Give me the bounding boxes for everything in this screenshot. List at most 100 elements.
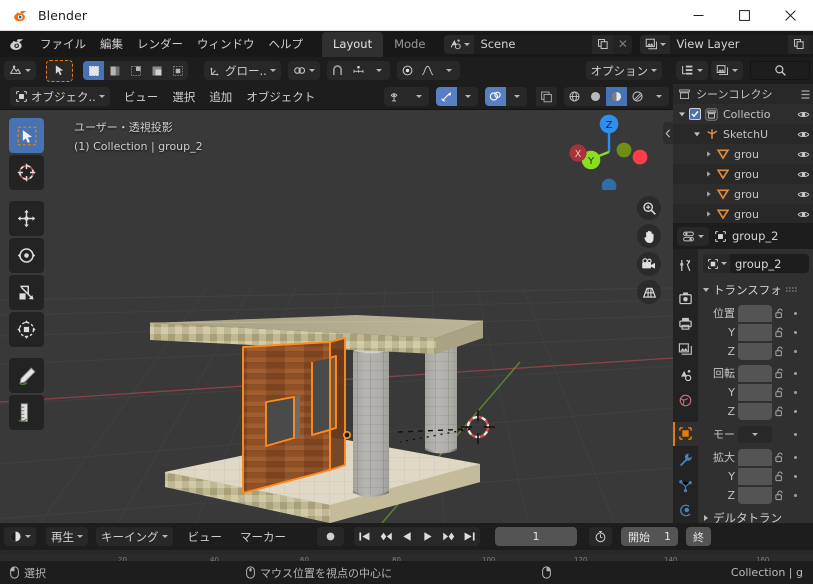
outliner-editor-type-button[interactable]	[676, 61, 708, 80]
show-gizmo-button[interactable]	[436, 87, 457, 106]
outliner-row-group[interactable]: grou	[673, 164, 813, 184]
scale-x-row[interactable]: 拡大	[703, 448, 809, 466]
select-subtract-button[interactable]	[125, 61, 146, 80]
rotation-z-value[interactable]	[738, 402, 772, 420]
scale-x-animate-dot[interactable]	[791, 455, 799, 459]
toggle-xray-button[interactable]	[536, 87, 557, 106]
rotation-mode-dropdown[interactable]	[738, 425, 772, 443]
shading-chevron-button[interactable]	[648, 87, 669, 106]
location-y-value[interactable]	[738, 323, 772, 341]
pivot-point-button[interactable]	[287, 61, 320, 80]
frame-start-field[interactable]: 開始 1	[621, 527, 678, 546]
eye-icon[interactable]	[797, 208, 810, 221]
tool-measure[interactable]	[9, 395, 44, 430]
eye-icon[interactable]	[797, 188, 810, 201]
filter-menu-icon[interactable]	[801, 89, 810, 100]
properties-tab-world[interactable]	[673, 389, 698, 414]
tool-rotate[interactable]	[9, 238, 44, 273]
select-set-button[interactable]	[83, 61, 104, 80]
jump-next-keyframe-button[interactable]	[438, 527, 459, 546]
rotation-y-lock-icon[interactable]	[775, 387, 788, 398]
scale-z-value[interactable]	[738, 486, 772, 504]
collapse-triangle-icon[interactable]	[705, 150, 712, 158]
jump-to-start-button[interactable]	[354, 527, 375, 546]
collection-checkbox[interactable]	[689, 108, 701, 120]
panel-drag-handle-icon[interactable]	[785, 286, 798, 294]
transform-orientation-button[interactable]: グロー..	[204, 61, 281, 80]
active-tool-indicator[interactable]	[46, 59, 73, 82]
menu-edit[interactable]: 編集	[93, 33, 130, 55]
object-browse-button[interactable]	[703, 254, 730, 273]
snap-chevron-button[interactable]	[368, 61, 390, 80]
properties-tab-physics[interactable]	[673, 498, 698, 523]
location-y-lock-icon[interactable]	[775, 327, 788, 338]
location-y-row[interactable]: Y	[703, 323, 809, 341]
view-layer-duplicate-button[interactable]	[788, 34, 810, 54]
properties-tab-tool[interactable]	[673, 253, 698, 278]
location-x-row[interactable]: 位置	[703, 304, 809, 322]
rotation-mode-animate-dot[interactable]	[791, 432, 799, 436]
use-preview-range-button[interactable]	[589, 527, 612, 546]
properties-tab-render[interactable]	[673, 286, 698, 311]
rotation-z-row[interactable]: Z	[703, 402, 809, 420]
shading-rendered-button[interactable]	[627, 87, 648, 106]
outliner-row-sketchup[interactable]: SketchU	[673, 124, 813, 144]
viewport-menu-add[interactable]: 追加	[202, 87, 239, 107]
overlays-chevron-button[interactable]	[506, 87, 527, 106]
outliner-row-scene-collection[interactable]: シーンコレクシ	[673, 84, 813, 104]
menu-window[interactable]: ウィンドウ	[190, 33, 262, 55]
properties-tab-view-layer[interactable]	[673, 337, 698, 362]
properties-tab-output[interactable]	[673, 312, 698, 337]
zoom-view-button[interactable]	[637, 196, 661, 220]
scale-x-lock-icon[interactable]	[775, 452, 788, 463]
camera-view-button[interactable]	[637, 252, 661, 276]
eye-icon[interactable]	[797, 108, 810, 121]
outliner-row-group[interactable]: grou	[673, 144, 813, 164]
navigation-gizmo[interactable]: Z Y X	[563, 112, 655, 190]
tool-cursor[interactable]	[9, 155, 44, 190]
scale-y-animate-dot[interactable]	[791, 474, 799, 478]
select-extend-button[interactable]	[104, 61, 125, 80]
scale-y-lock-icon[interactable]	[775, 471, 788, 482]
maximize-button[interactable]	[721, 0, 767, 31]
play-reverse-button[interactable]	[396, 527, 417, 546]
view-layer-remove-button[interactable]: ✕	[809, 34, 813, 54]
shading-wireframe-button[interactable]	[564, 87, 585, 106]
tool-transform[interactable]	[9, 312, 44, 347]
scale-y-value[interactable]	[738, 467, 772, 485]
transform-panel-header[interactable]: トランスフォ	[703, 280, 809, 300]
menu-help[interactable]: ヘルプ	[262, 33, 311, 55]
location-z-lock-icon[interactable]	[775, 346, 788, 357]
properties-tab-object[interactable]	[673, 421, 698, 447]
minimize-button[interactable]	[675, 0, 721, 31]
proportional-falloff-button[interactable]	[417, 61, 439, 80]
timeline-editor-type-button[interactable]	[4, 527, 36, 546]
viewport-sidebar-toggle[interactable]	[663, 122, 673, 144]
jump-prev-keyframe-button[interactable]	[375, 527, 396, 546]
outliner-row-collection[interactable]: Collectio	[673, 104, 813, 124]
collapse-triangle-icon[interactable]	[705, 190, 712, 198]
expand-triangle-icon[interactable]	[693, 130, 701, 138]
object-type-visibility-button[interactable]	[384, 87, 408, 106]
viewport-menu-view[interactable]: ビュー	[117, 87, 166, 107]
proportional-edit-toggle[interactable]	[396, 61, 418, 80]
menu-file[interactable]: ファイル	[33, 33, 93, 55]
shading-material-preview-button[interactable]	[606, 87, 627, 106]
rotation-y-value[interactable]	[738, 383, 772, 401]
toggle-perspective-button[interactable]	[637, 280, 661, 304]
frame-end-field[interactable]: 終	[686, 527, 711, 546]
viewport-menu-object[interactable]: オブジェクト	[239, 87, 322, 107]
keying-menu-button[interactable]: キーイング	[96, 527, 173, 546]
outliner-search-input[interactable]	[750, 61, 810, 80]
play-button[interactable]	[417, 527, 438, 546]
location-z-value[interactable]	[738, 342, 772, 360]
eye-icon[interactable]	[797, 168, 810, 181]
viewport-options-button[interactable]: オプション	[585, 61, 662, 80]
viewport-menu-select[interactable]: 選択	[165, 87, 202, 107]
outliner-row-group[interactable]: grou	[673, 184, 813, 204]
timeline-track[interactable]: 20 40 60 80 100 120 140 160	[0, 550, 813, 569]
rotation-x-value[interactable]	[738, 364, 772, 382]
interaction-mode-button[interactable]: オブジェク..	[10, 87, 110, 106]
object-name-field[interactable]: group_2	[703, 254, 809, 273]
rotation-mode-row[interactable]: モー	[703, 425, 809, 443]
